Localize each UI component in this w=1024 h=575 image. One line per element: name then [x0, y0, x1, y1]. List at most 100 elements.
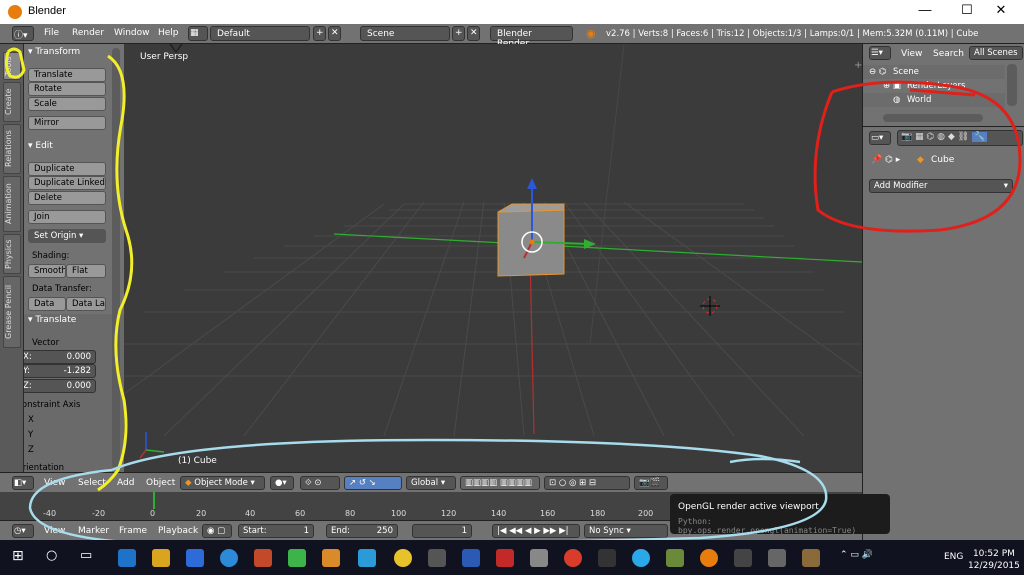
file-explorer-icon[interactable] — [152, 549, 170, 567]
vector-y-field[interactable]: Y: -1.282 — [24, 364, 96, 378]
outliner-row-scene[interactable]: ⊖ ⌬ Scene — [863, 65, 1005, 79]
duplicate-linked-button[interactable]: Duplicate Linked — [28, 176, 106, 190]
outliner-row-world[interactable]: ◍ World — [863, 93, 1005, 107]
tab-tools[interactable]: Tools — [3, 52, 21, 80]
edge-browser-icon[interactable] — [118, 549, 136, 567]
app-icon[interactable] — [394, 549, 412, 567]
snap-proportional-icons[interactable]: ⊡ ○ ◎ ⊞ ⊟ — [544, 476, 630, 490]
editor-type-timeline-icon[interactable]: ◷▾ — [12, 524, 34, 538]
app-icon[interactable] — [288, 549, 306, 567]
app-icon[interactable] — [428, 549, 446, 567]
duplicate-button[interactable]: Duplicate — [28, 162, 106, 176]
timeline-menu-view[interactable]: View — [44, 526, 65, 536]
viewport-shading-icon[interactable]: ●▾ — [270, 476, 294, 490]
mirror-button[interactable]: Mirror — [28, 116, 106, 130]
tab-physics[interactable]: Physics — [3, 234, 21, 274]
app-icon[interactable] — [598, 549, 616, 567]
toolshelf-scrollbar[interactable] — [112, 48, 120, 468]
render-engine-dropdown[interactable]: Blender Render — [490, 26, 573, 49]
menu-object[interactable]: Object — [146, 478, 175, 488]
app-icon[interactable] — [734, 549, 752, 567]
layer-buttons[interactable]: ▥▥▥▥ ▥▥▥▥ — [460, 476, 540, 490]
tab-create[interactable]: Create — [3, 82, 21, 122]
app-icon[interactable] — [768, 549, 786, 567]
editor-type-3d-icon[interactable]: ◧▾ — [12, 476, 34, 490]
close-button[interactable]: ✕ — [986, 2, 1016, 18]
sync-dropdown[interactable]: No Sync ▾ — [584, 524, 668, 538]
menu-help[interactable]: Help — [158, 28, 179, 38]
app-icon[interactable] — [358, 549, 376, 567]
translate-panel-header[interactable]: ▾ Translate — [28, 315, 76, 325]
blender-taskbar-icon[interactable] — [700, 549, 718, 567]
menu-add[interactable]: Add — [117, 478, 134, 488]
menu-render[interactable]: Render — [72, 28, 104, 38]
vector-x-field[interactable]: X: 0.000 — [24, 350, 96, 364]
playback-controls[interactable]: |◀ ◀◀ ◀ ▶ ▶▶ ▶| — [492, 524, 580, 538]
translate-button[interactable]: Translate — [28, 68, 106, 82]
timeline-menu-marker[interactable]: Marker — [78, 526, 109, 536]
screen-layout-icon[interactable]: ▦ — [188, 26, 208, 41]
shading-flat-button[interactable]: Flat — [66, 264, 106, 278]
task-view-icon[interactable]: ▭ — [80, 548, 92, 563]
edit-panel-header[interactable]: ▾ Edit — [28, 141, 53, 151]
search-icon[interactable]: ○ — [46, 548, 57, 563]
rotate-button[interactable]: Rotate — [28, 82, 106, 96]
word-icon[interactable] — [462, 549, 480, 567]
minimize-button[interactable]: — — [910, 2, 940, 17]
opengl-render-icons[interactable]: 📷🎬 — [634, 476, 668, 490]
end-frame-field[interactable]: End: 250 — [326, 524, 398, 538]
app-icon[interactable] — [802, 549, 820, 567]
manipulator-icons[interactable]: ↗ ↺ ↘ — [344, 476, 402, 490]
calculator-icon[interactable] — [530, 549, 548, 567]
layout-dropdown[interactable]: Default — [210, 26, 310, 41]
tab-animation[interactable]: Animation — [3, 176, 21, 232]
maximize-button[interactable]: ☐ — [952, 2, 982, 18]
taskbar-clock[interactable]: 10:52 PM 12/29/2015 — [968, 548, 1020, 572]
menu-select[interactable]: Select — [78, 478, 106, 488]
transform-orientation-dropdown[interactable]: Global ▾ — [406, 476, 456, 490]
pivot-point-icon[interactable]: ⟐ ⊙ — [300, 476, 340, 490]
editor-type-outliner-icon[interactable]: ☰▾ — [869, 46, 891, 60]
join-button[interactable]: Join — [28, 210, 106, 224]
vector-z-field[interactable]: Z: 0.000 — [24, 379, 96, 393]
scene-dropdown[interactable]: Scene — [360, 26, 450, 41]
add-layout-icon[interactable]: + — [313, 26, 326, 41]
keying-icons[interactable]: ◉ ▢ — [202, 524, 232, 538]
current-frame-marker[interactable] — [153, 492, 155, 509]
pin-icon[interactable]: 📌 ⌬ ▸ — [871, 155, 900, 165]
tab-relations[interactable]: Relations — [3, 124, 21, 174]
editor-type-info-icon[interactable]: ⓘ▾ — [12, 26, 34, 41]
editor-type-properties-icon[interactable]: ▭▾ — [869, 131, 891, 145]
start-frame-field[interactable]: Start: 1 — [238, 524, 314, 538]
properties-context-tabs[interactable]: 📷 ▦ ⌬ ◍ ◆ ⛓ 🔧 — [897, 130, 1023, 146]
add-modifier-dropdown[interactable]: Add Modifier ▾ — [869, 179, 1013, 193]
outliner-menu-search[interactable]: Search — [933, 49, 964, 59]
transform-panel-header[interactable]: ▾ Transform — [28, 47, 80, 57]
delete-button[interactable]: Delete — [28, 191, 106, 205]
menu-file[interactable]: File — [44, 28, 59, 38]
outliner-scrollbar[interactable] — [1007, 64, 1017, 106]
menu-window[interactable]: Window — [114, 28, 150, 38]
tab-grease-pencil[interactable]: Grease Pencil — [3, 276, 21, 348]
current-frame-field[interactable]: 1 — [412, 524, 472, 538]
shading-smooth-button[interactable]: Smooth — [28, 264, 66, 278]
help-icon[interactable] — [220, 549, 238, 567]
remove-layout-icon[interactable]: ✕ — [328, 26, 341, 41]
outliner-hscrollbar[interactable] — [883, 114, 983, 122]
3d-viewport[interactable]: + User Persp (1) Cube — [124, 44, 862, 472]
scale-button[interactable]: Scale — [28, 97, 106, 111]
timeline-menu-playback[interactable]: Playback — [158, 526, 198, 536]
remove-scene-icon[interactable]: ✕ — [467, 26, 480, 41]
store-icon[interactable] — [186, 549, 204, 567]
app-icon[interactable] — [666, 549, 684, 567]
set-origin-dropdown[interactable]: Set Origin ▾ — [28, 229, 106, 243]
outliner-row-renderlayers[interactable]: ⊕ ▣ RenderLayers — [863, 79, 1005, 93]
media-icon[interactable] — [322, 549, 340, 567]
add-scene-icon[interactable]: + — [452, 26, 465, 41]
language-indicator[interactable]: ENG — [944, 552, 963, 562]
outliner-display-mode[interactable]: All Scenes — [969, 46, 1023, 60]
data-transfer-button[interactable]: Data — [28, 297, 66, 311]
app-icon[interactable] — [496, 549, 514, 567]
system-tray-icons[interactable]: ⌃ ▭ 🔊 — [840, 550, 873, 560]
skype-icon[interactable] — [632, 549, 650, 567]
